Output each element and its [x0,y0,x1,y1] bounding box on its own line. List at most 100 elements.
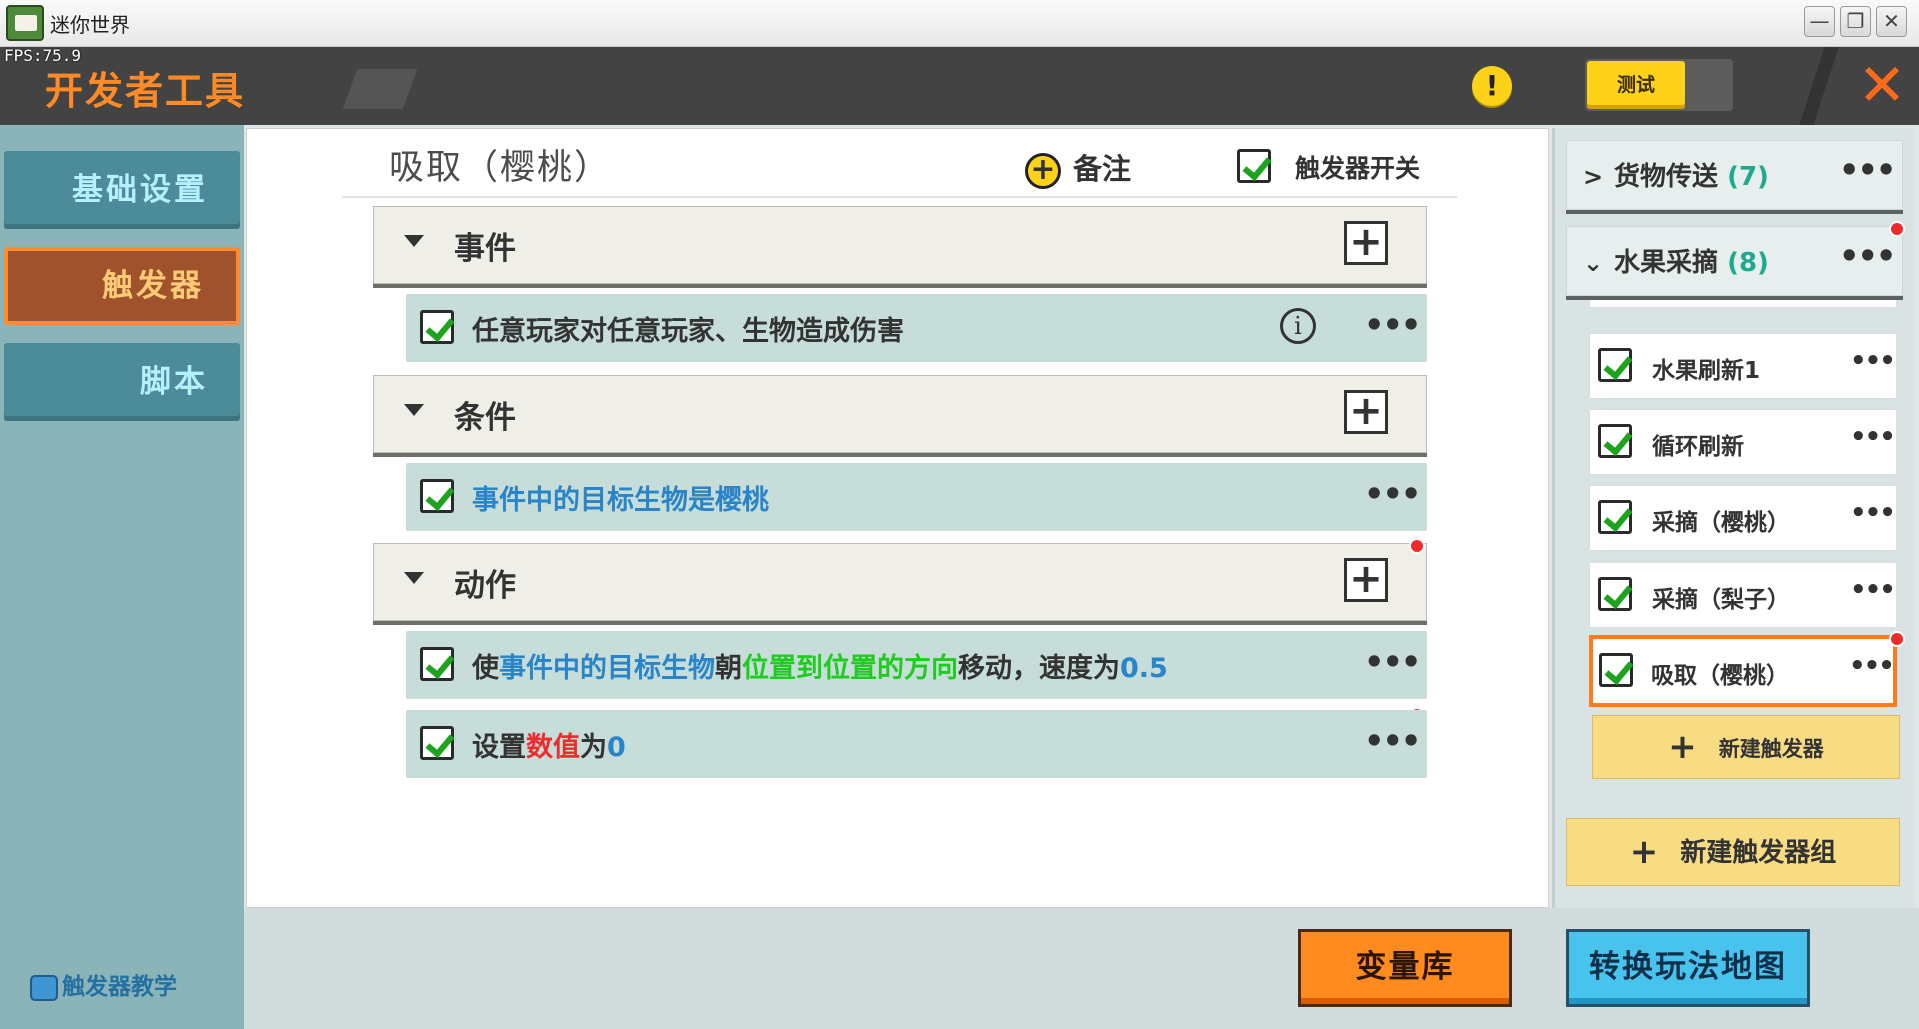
group-count: (7) [1727,162,1769,192]
event-text[interactable]: 任意玩家对任意玩家、生物造成伤害 [472,309,904,348]
group-label: 水果采摘 (8) [1614,242,1769,279]
more-options-icon[interactable]: ••• [1849,651,1895,681]
action-text-part: 为 [580,732,607,763]
add-condition-button[interactable]: + [1344,390,1388,434]
trigger-item-selected[interactable]: 吸取（樱桃） ••• [1589,635,1897,707]
trigger-item-checkbox[interactable] [1598,348,1632,382]
collapse-arrow-icon[interactable] [404,235,424,247]
app-icon [6,5,44,41]
more-options-icon[interactable]: ••• [1364,306,1421,344]
note-button[interactable]: + 备注 [1025,146,1131,189]
trigger-item-checkbox[interactable] [1598,577,1632,611]
action-row[interactable]: 使事件中的目标生物朝位置到位置的方向移动，速度为0.5 ••• [406,631,1427,699]
action-text-part: 使 [472,653,499,684]
event-row[interactable]: 任意玩家对任意玩家、生物造成伤害 i ••• [406,294,1427,362]
chevron-down-icon[interactable]: ⌄ [1583,249,1603,277]
more-options-icon[interactable]: ••• [1839,151,1896,189]
action-param-target[interactable]: 事件中的目标生物 [499,653,715,684]
notification-dot [1889,221,1905,237]
action-text[interactable]: 使事件中的目标生物朝位置到位置的方向移动，速度为0.5 [472,646,1168,685]
action-param-direction[interactable]: 位置到位置的方向 [742,653,958,684]
trigger-item-label: 采摘（樱桃） [1652,510,1790,536]
more-options-icon[interactable]: ••• [1839,237,1896,275]
window-titlebar: 迷你世界 — ❐ ✕ [0,0,1919,47]
trigger-item[interactable]: 采摘（樱桃） ••• [1589,485,1897,551]
add-action-button[interactable]: + [1344,558,1388,602]
window-close-button[interactable]: ✕ [1876,6,1907,37]
warning-icon[interactable]: ! [1472,66,1512,106]
section-event-label: 事件 [454,231,516,267]
note-label: 备注 [1073,152,1132,186]
variable-library-button[interactable]: 变量库 [1298,929,1512,1007]
test-button[interactable]: 测试 [1587,61,1685,109]
new-trigger-label: 新建触发器 [1718,737,1824,761]
section-condition[interactable]: 条件 + [373,375,1427,453]
more-options-icon[interactable]: ••• [1850,346,1896,376]
trigger-item-label: 吸取（樱桃） [1651,663,1789,689]
condition-text[interactable]: 事件中的目标生物是樱桃 [472,478,769,517]
info-icon[interactable]: i [1280,308,1316,344]
trigger-item-checkbox[interactable] [1598,500,1632,534]
notification-dot [1409,538,1425,554]
test-toggle[interactable]: 测试 [1585,59,1733,111]
more-options-icon[interactable]: ••• [1850,498,1896,528]
tab-triggers[interactable]: 触发器 [4,247,240,325]
trigger-switch-label: 触发器开关 [1295,154,1421,183]
trigger-title: 吸取（樱桃） [389,148,612,188]
action-param-value[interactable]: 数值 [526,732,580,763]
window-title: 迷你世界 [50,13,130,37]
trigger-item[interactable]: 循环刷新 ••• [1589,409,1897,475]
more-options-icon[interactable]: ••• [1364,643,1421,681]
action-checkbox[interactable] [420,726,454,760]
trigger-group-cargo[interactable]: > 货物传送 (7) ••• [1566,140,1903,210]
event-checkbox[interactable] [420,310,454,344]
convert-map-button[interactable]: 转换玩法地图 [1566,929,1810,1007]
close-icon[interactable]: ✕ [1856,56,1908,114]
trigger-item-label: 水果刷新1 [1652,358,1761,384]
notification-dot [1889,631,1905,647]
developer-header: 开发者工具 ! 测试 ✕ [0,47,1919,125]
trigger-item-checkbox[interactable] [1599,653,1633,687]
section-action[interactable]: 动作 + [373,543,1427,621]
trigger-tutorial-link[interactable]: 触发器教学 [30,967,177,1001]
group-name: 货物传送 [1614,162,1719,192]
tab-basic-settings[interactable]: 基础设置 [4,151,240,229]
section-condition-label: 条件 [454,400,516,436]
condition-row[interactable]: 事件中的目标生物是樱桃 ••• [406,463,1427,531]
trigger-item[interactable]: 水果刷新1 ••• [1589,333,1897,399]
more-options-icon[interactable]: ••• [1364,475,1421,513]
section-event[interactable]: 事件 + [373,206,1427,284]
minimize-button[interactable]: — [1804,6,1835,37]
restore-button[interactable]: ❐ [1840,6,1871,37]
action-text[interactable]: 设置数值为0 [472,725,626,764]
plus-icon: + [1668,727,1697,767]
condition-checkbox[interactable] [420,479,454,513]
trigger-switch-checkbox[interactable] [1237,149,1271,183]
action-param-speed[interactable]: 0.5 [1120,653,1168,684]
collapse-arrow-icon[interactable] [404,404,424,416]
sidebar: 基础设置 触发器 脚本 触发器教学 [0,125,244,1029]
tab-scripts[interactable]: 脚本 [4,343,240,421]
more-options-icon[interactable]: ••• [1850,575,1896,605]
add-event-button[interactable]: + [1344,221,1388,265]
trigger-list-panel: > 货物传送 (7) ••• ⌄ 水果采摘 (8) ••• 水果刷新1 ••• … [1552,128,1915,908]
new-trigger-button[interactable]: + 新建触发器 [1592,715,1900,779]
page-title: 开发者工具 [45,69,246,113]
collapse-arrow-icon[interactable] [404,572,424,584]
trigger-item[interactable]: 采摘（梨子） ••• [1589,562,1897,628]
trigger-editor: 吸取（樱桃） + 备注 触发器开关 事件 + 任意玩家对任意玩家、生物造成伤害 i… [246,128,1549,908]
group-count: (8) [1727,248,1769,278]
more-options-icon[interactable]: ••• [1850,422,1896,452]
trigger-item-label: 循环刷新 [1652,434,1744,460]
trigger-item-checkbox[interactable] [1598,424,1632,458]
new-trigger-group-label: 新建触发器组 [1680,838,1837,868]
chevron-right-icon[interactable]: > [1583,163,1603,191]
more-options-icon[interactable]: ••• [1364,722,1421,760]
action-checkbox[interactable] [420,647,454,681]
action-row[interactable]: 设置数值为0 ••• [406,710,1427,778]
action-param-number[interactable]: 0 [607,732,626,763]
new-trigger-group-button[interactable]: + 新建触发器组 [1566,818,1900,886]
trigger-item-label: 采摘（梨子） [1652,587,1790,613]
trigger-group-fruit[interactable]: ⌄ 水果采摘 (8) ••• [1566,226,1903,296]
trigger-tutorial-label: 触发器教学 [62,974,177,1000]
